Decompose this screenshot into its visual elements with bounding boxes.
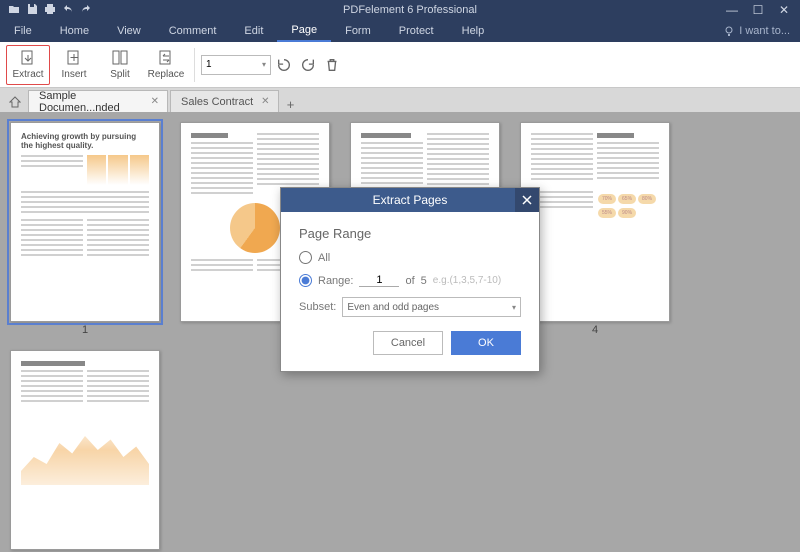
cancel-button[interactable]: Cancel bbox=[373, 331, 443, 355]
radio-range[interactable] bbox=[299, 274, 312, 287]
i-want-to-label: I want to... bbox=[739, 25, 790, 37]
page-thumbnail-1[interactable]: Achieving growth by pursuing the highest… bbox=[10, 122, 160, 336]
page-thumbnails-area: Achieving growth by pursuing the highest… bbox=[0, 112, 800, 551]
menu-form[interactable]: Form bbox=[331, 20, 385, 42]
extract-icon bbox=[19, 49, 37, 67]
tab-label: Sales Contract bbox=[181, 96, 253, 108]
rotate-ccw-icon bbox=[276, 57, 292, 73]
radio-all-label: All bbox=[318, 252, 330, 264]
subset-select[interactable]: Even and odd pages bbox=[342, 297, 521, 317]
replace-icon bbox=[157, 49, 175, 67]
menu-protect[interactable]: Protect bbox=[385, 20, 448, 42]
page-number-label: 4 bbox=[592, 324, 598, 336]
insert-icon bbox=[65, 49, 83, 67]
undo-icon[interactable] bbox=[62, 3, 74, 18]
replace-button[interactable]: Replace bbox=[144, 45, 188, 85]
tab-close-icon[interactable]: ✕ bbox=[261, 96, 269, 107]
print-icon[interactable] bbox=[44, 3, 56, 18]
delete-button[interactable] bbox=[321, 54, 343, 76]
window-controls: — ☐ ✕ bbox=[720, 3, 800, 17]
i-want-to[interactable]: I want to... bbox=[723, 25, 800, 37]
page-number-input[interactable]: 1 bbox=[201, 55, 271, 75]
rotate-ccw-button[interactable] bbox=[273, 54, 295, 76]
menu-edit[interactable]: Edit bbox=[230, 20, 277, 42]
quick-access-toolbar bbox=[0, 3, 100, 18]
replace-label: Replace bbox=[148, 69, 185, 80]
subset-label: Subset: bbox=[299, 301, 336, 313]
rotate-cw-icon bbox=[300, 57, 316, 73]
menu-bar: File Home View Comment Edit Page Form Pr… bbox=[0, 20, 800, 42]
ribbon: Extract Insert Split Replace 1 bbox=[0, 42, 800, 88]
ok-button[interactable]: OK bbox=[451, 331, 521, 355]
tab-label: Sample Documen...nded bbox=[39, 90, 143, 114]
insert-button[interactable]: Insert bbox=[52, 45, 96, 85]
insert-label: Insert bbox=[61, 69, 86, 80]
tab-close-icon[interactable]: ✕ bbox=[151, 96, 159, 107]
trash-icon bbox=[324, 57, 340, 73]
menu-page[interactable]: Page bbox=[277, 20, 331, 42]
split-button[interactable]: Split bbox=[98, 45, 142, 85]
range-input[interactable] bbox=[359, 274, 399, 287]
dialog-close-button[interactable] bbox=[515, 188, 539, 212]
close-button[interactable]: ✕ bbox=[772, 3, 796, 17]
folder-icon[interactable] bbox=[8, 3, 20, 18]
save-icon[interactable] bbox=[26, 3, 38, 18]
menu-view[interactable]: View bbox=[103, 20, 155, 42]
menu-file[interactable]: File bbox=[0, 20, 46, 42]
menu-comment[interactable]: Comment bbox=[155, 20, 231, 42]
extract-pages-dialog: Extract Pages Page Range All Range: of 5… bbox=[280, 187, 540, 372]
extract-button[interactable]: Extract bbox=[6, 45, 50, 85]
document-tabs: Sample Documen...nded ✕ Sales Contract ✕… bbox=[0, 88, 800, 112]
title-bar: PDFelement 6 Professional — ☐ ✕ bbox=[0, 0, 800, 20]
split-label: Split bbox=[110, 69, 129, 80]
tab-sales-contract[interactable]: Sales Contract ✕ bbox=[170, 90, 279, 112]
total-pages-label: 5 bbox=[421, 275, 427, 287]
page-thumbnail-5[interactable] bbox=[10, 350, 160, 552]
menu-help[interactable]: Help bbox=[448, 20, 499, 42]
dialog-title-bar: Extract Pages bbox=[281, 188, 539, 212]
page-number-label: 1 bbox=[82, 324, 88, 336]
maximize-button[interactable]: ☐ bbox=[746, 3, 770, 17]
home-icon bbox=[9, 96, 21, 108]
dialog-heading: Page Range bbox=[299, 226, 521, 241]
radio-range-label: Range: bbox=[318, 275, 353, 287]
of-label: of bbox=[405, 275, 414, 287]
home-tab[interactable] bbox=[4, 92, 26, 112]
menu-home[interactable]: Home bbox=[46, 20, 103, 42]
tab-sample-document[interactable]: Sample Documen...nded ✕ bbox=[28, 90, 168, 112]
dialog-title: Extract Pages bbox=[373, 193, 448, 207]
new-tab-button[interactable]: + bbox=[281, 97, 301, 112]
close-icon bbox=[522, 195, 532, 205]
rotate-cw-button[interactable] bbox=[297, 54, 319, 76]
split-icon bbox=[111, 49, 129, 67]
page-thumbnail-4[interactable]: 70%65%80%55%90% 4 bbox=[520, 122, 670, 336]
redo-icon[interactable] bbox=[80, 3, 92, 18]
minimize-button[interactable]: — bbox=[720, 3, 744, 17]
radio-all[interactable] bbox=[299, 251, 312, 264]
app-title: PDFelement 6 Professional bbox=[100, 4, 720, 16]
extract-label: Extract bbox=[12, 69, 43, 80]
lightbulb-icon bbox=[723, 25, 735, 37]
range-hint: e.g.(1,3,5,7-10) bbox=[433, 275, 501, 286]
